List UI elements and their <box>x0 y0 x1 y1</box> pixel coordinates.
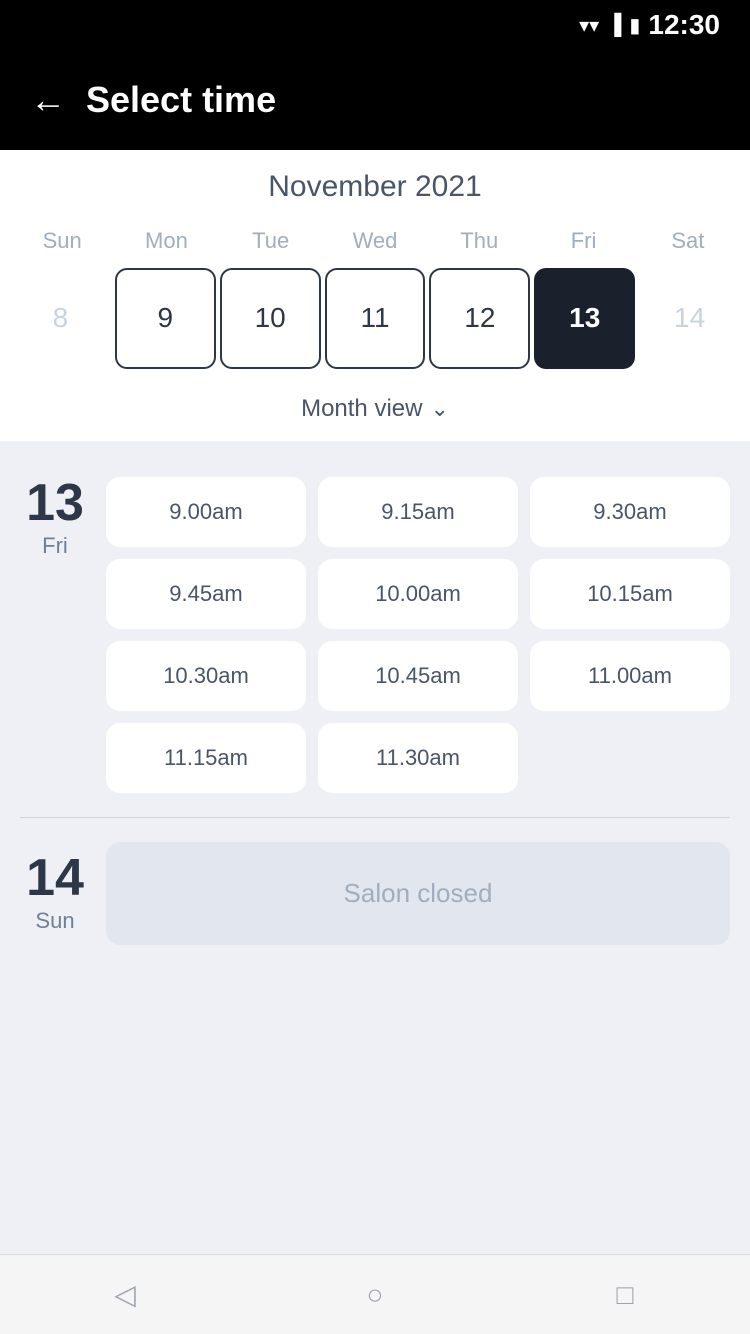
salon-closed-message: Salon closed <box>106 842 730 945</box>
day-label-tue: Tue <box>219 220 323 262</box>
day-14-block: 14 Sun <box>20 852 90 934</box>
day-labels-row: Sun Mon Tue Wed Thu Fri Sat <box>0 220 750 262</box>
nav-back-button[interactable]: ◁ <box>95 1265 155 1325</box>
day-13-section: 13 Fri 9.00am 9.15am 9.30am 9.45am 10.00… <box>0 461 750 809</box>
battery-icon: ▮ <box>629 13 640 38</box>
month-view-toggle[interactable]: Month view ⌄ <box>0 383 750 441</box>
day-label-thu: Thu <box>427 220 531 262</box>
day-14-name: Sun <box>35 908 74 934</box>
day-13-block: 13 Fri <box>20 477 90 559</box>
cal-day-8[interactable]: 8 <box>10 268 111 369</box>
chevron-down-icon: ⌄ <box>430 396 448 422</box>
slot-1100am[interactable]: 11.00am <box>530 641 730 711</box>
cal-day-9[interactable]: 9 <box>115 268 216 369</box>
cal-day-12[interactable]: 12 <box>429 268 530 369</box>
day-13-slots-grid: 9.00am 9.15am 9.30am 9.45am 10.00am 10.1… <box>106 477 730 793</box>
day-label-sat: Sat <box>636 220 740 262</box>
page-title: Select time <box>86 79 276 121</box>
status-time: 12:30 <box>648 9 720 41</box>
timeslots-area: 13 Fri 9.00am 9.15am 9.30am 9.45am 10.00… <box>0 441 750 1254</box>
calendar-section: November 2021 Sun Mon Tue Wed Thu Fri Sa… <box>0 150 750 441</box>
status-bar: ▾▾ ▐ ▮ 12:30 <box>0 0 750 50</box>
slot-1130am[interactable]: 11.30am <box>318 723 518 793</box>
cal-day-13[interactable]: 13 <box>534 268 635 369</box>
month-view-label: Month view <box>301 395 422 423</box>
slot-1045am[interactable]: 10.45am <box>318 641 518 711</box>
slot-1115am[interactable]: 11.15am <box>106 723 306 793</box>
wifi-icon: ▾▾ <box>579 13 599 38</box>
day-label-sun: Sun <box>10 220 114 262</box>
day-14-number: 14 <box>26 852 84 904</box>
calendar-week-row: 8 9 10 11 12 13 14 <box>0 262 750 383</box>
slot-915am[interactable]: 9.15am <box>318 477 518 547</box>
signal-icon: ▐ <box>607 14 621 37</box>
day-label-mon: Mon <box>114 220 218 262</box>
slot-930am[interactable]: 9.30am <box>530 477 730 547</box>
section-divider <box>20 817 730 818</box>
back-button[interactable]: ← <box>30 82 66 118</box>
slot-1030am[interactable]: 10.30am <box>106 641 306 711</box>
status-icons: ▾▾ ▐ ▮ 12:30 <box>579 9 720 41</box>
day-label-wed: Wed <box>323 220 427 262</box>
nav-recent-button[interactable]: □ <box>595 1265 655 1325</box>
day-13-number: 13 <box>26 477 84 529</box>
slot-900am[interactable]: 9.00am <box>106 477 306 547</box>
nav-home-button[interactable]: ○ <box>345 1265 405 1325</box>
month-year-label: November 2021 <box>0 170 750 204</box>
cal-day-10[interactable]: 10 <box>220 268 321 369</box>
app-header: ← Select time <box>0 50 750 150</box>
day-14-section: 14 Sun Salon closed <box>0 826 750 961</box>
cal-day-14[interactable]: 14 <box>639 268 740 369</box>
day-label-fri: Fri <box>531 220 635 262</box>
slot-1015am[interactable]: 10.15am <box>530 559 730 629</box>
bottom-nav: ◁ ○ □ <box>0 1254 750 1334</box>
slot-1000am[interactable]: 10.00am <box>318 559 518 629</box>
cal-day-11[interactable]: 11 <box>325 268 426 369</box>
day-13-name: Fri <box>42 533 68 559</box>
slot-945am[interactable]: 9.45am <box>106 559 306 629</box>
